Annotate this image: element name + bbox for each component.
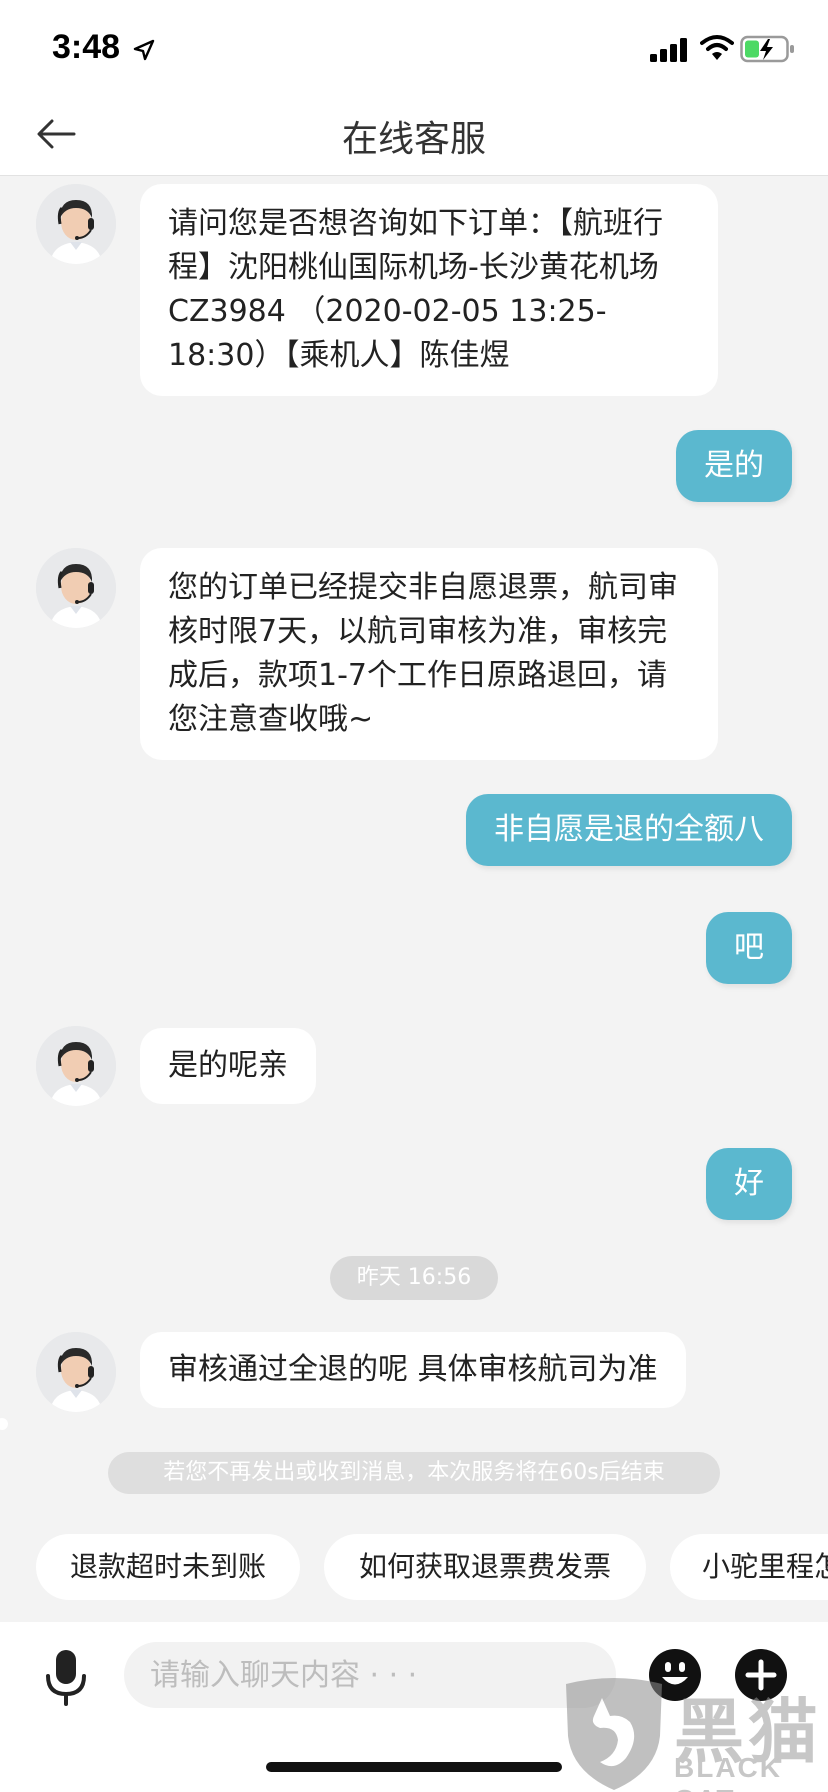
quick-replies: 退款超时未到账 如何获取退票费发票 小驼里程怎 [0,1534,828,1600]
agent-message: 请问您是否想咨询如下订单：【航班行程】沈阳桃仙国际机场-长沙黄花机场 CZ398… [140,184,718,396]
agent-message: 是的呢亲 [140,1028,316,1104]
agent-avatar-icon [36,1026,116,1106]
agent-avatar [36,1026,116,1106]
black-cat-watermark: 黑猫 BLACK CAT [556,1672,828,1792]
chat-input[interactable] [124,1642,616,1708]
microphone-icon[interactable] [40,1648,92,1708]
cell-signal-icon [650,38,687,62]
wifi-icon [700,35,734,60]
agent-avatar [36,1332,116,1412]
quick-reply-chip[interactable]: 小驼里程怎 [670,1534,828,1600]
agent-message: 审核通过全退的呢 具体审核航司为准 [140,1332,686,1408]
session-timeout-notice: 若您不再发出或收到消息，本次服务将在60s后结束 [108,1452,720,1494]
home-indicator [266,1762,562,1772]
battery-charging-icon [740,35,794,63]
agent-message: 您的订单已经提交非自愿退票，航司审核时限7天，以航司审核为准，审核完成后，款项1… [140,548,718,760]
user-message: 是的 [676,430,792,502]
watermark-en: BLACK CAT [674,1752,782,1792]
agent-avatar-icon [36,548,116,628]
time-separator: 昨天 16:56 [330,1256,498,1300]
location-arrow-icon [133,39,155,61]
user-message: 好 [706,1148,792,1220]
black-cat-shield-icon [566,1678,662,1790]
quick-reply-chip[interactable]: 退款超时未到账 [36,1534,300,1600]
agent-avatar [36,548,116,628]
status-bar: 3:48 [0,0,828,96]
nav-bar: 在线客服 [0,96,828,176]
agent-avatar-icon [36,184,116,264]
page-title: 在线客服 [341,119,486,160]
user-message: 吧 [706,912,792,984]
status-time: 3:48 [52,28,121,66]
user-message: 非自愿是退的全额八 [466,794,792,866]
quick-reply-chip[interactable]: 如何获取退票费发票 [324,1534,646,1600]
edge-indicator [0,1418,8,1430]
agent-avatar [36,184,116,264]
agent-avatar-icon [36,1332,116,1412]
